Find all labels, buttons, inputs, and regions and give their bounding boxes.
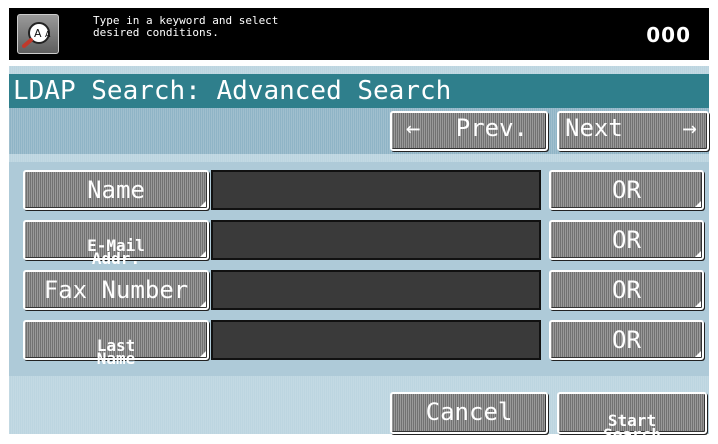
page-title: LDAP Search: Advanced Search (9, 74, 709, 108)
prev-button[interactable]: ← Prev. (390, 111, 548, 151)
email-condition-label: OR (612, 226, 641, 254)
email-key-label: E-Mail Addr. (87, 236, 145, 268)
next-button[interactable]: Next → (557, 111, 709, 151)
header-bar: A A Type in a keyword and select desired… (9, 8, 709, 60)
lastname-input[interactable] (211, 320, 541, 360)
svg-text:A: A (34, 27, 42, 40)
job-counter: 000 (646, 23, 691, 47)
cancel-button-label: Cancel (425, 398, 513, 426)
email-key-button[interactable]: E-Mail Addr. (23, 220, 209, 267)
screen: A A Type in a keyword and select desired… (0, 0, 718, 443)
name-condition-label: OR (612, 176, 641, 204)
email-condition-button[interactable]: OR (549, 220, 704, 260)
fax-condition-label: OR (612, 276, 641, 304)
search-criteria-list: Name OR E-Mail Addr. OR Fax Number OR La… (9, 162, 709, 376)
corner-indicator-icon (695, 301, 701, 307)
corner-indicator-icon (695, 201, 701, 207)
email-input[interactable] (211, 220, 541, 260)
corner-indicator-icon (200, 351, 206, 357)
name-key-button[interactable]: Name (23, 170, 209, 210)
next-button-label: Next (565, 114, 623, 142)
corner-indicator-icon (200, 251, 206, 257)
start-search-button[interactable]: Start Search (557, 392, 707, 443)
main-panel: LDAP Search: Advanced Search ← Prev. Nex… (9, 66, 709, 443)
fax-condition-button[interactable]: OR (549, 270, 704, 310)
prev-button-label: Prev. (455, 114, 528, 142)
corner-indicator-icon (200, 301, 206, 307)
name-input[interactable] (211, 170, 541, 210)
name-condition-button[interactable]: OR (549, 170, 704, 210)
fax-input[interactable] (211, 270, 541, 310)
lastname-condition-button[interactable]: OR (549, 320, 704, 360)
instruction-message: Type in a keyword and select desired con… (93, 14, 279, 39)
start-search-label: Start Search (603, 411, 661, 444)
fax-key-label: Fax Number (43, 276, 189, 304)
left-arrow-icon: ← (406, 114, 421, 142)
svg-text:A: A (45, 30, 51, 39)
fax-key-button[interactable]: Fax Number (23, 270, 209, 310)
lastname-key-button[interactable]: Last Name (23, 320, 209, 367)
corner-indicator-icon (695, 351, 701, 357)
name-key-label: Name (87, 176, 145, 204)
right-arrow-icon: → (682, 114, 697, 142)
cancel-button[interactable]: Cancel (390, 392, 548, 434)
lastname-condition-label: OR (612, 326, 641, 354)
lastname-key-label: Last Name (96, 336, 136, 368)
corner-indicator-icon (695, 251, 701, 257)
magnifier-aa-icon[interactable]: A A (17, 14, 59, 54)
corner-indicator-icon (200, 201, 206, 207)
